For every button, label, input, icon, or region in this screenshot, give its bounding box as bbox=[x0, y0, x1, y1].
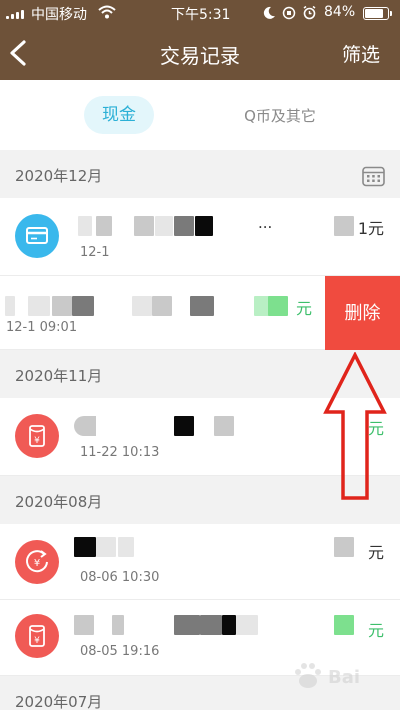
tab-cash[interactable]: 现金 bbox=[84, 96, 154, 134]
transaction-row[interactable]: ... 1元 12-1 bbox=[0, 198, 400, 276]
month-header: 2020年12月 bbox=[0, 150, 400, 198]
delete-button[interactable]: 删除 bbox=[325, 276, 400, 350]
transaction-title: ... bbox=[258, 214, 273, 232]
battery-percent: 84% bbox=[324, 4, 356, 20]
page-title: 交易记录 bbox=[160, 44, 240, 68]
wifi-icon bbox=[98, 5, 116, 19]
month-label: 2020年07月 bbox=[15, 693, 103, 710]
svg-text:¥: ¥ bbox=[34, 436, 40, 446]
status-bar: 中国移动 下午5:31 84% bbox=[0, 0, 400, 26]
baidu-watermark-logo: Bai bbox=[295, 663, 360, 688]
transaction-time: 08-05 19:16 bbox=[80, 644, 160, 659]
red-packet-icon: ¥ bbox=[15, 614, 59, 658]
status-time: 下午5:31 bbox=[171, 7, 231, 23]
filter-button[interactable]: 筛选 bbox=[342, 40, 380, 67]
tab-bar: 现金 Q币及其它 bbox=[0, 80, 400, 150]
battery-icon bbox=[363, 7, 392, 20]
navigation-bar: 交易记录 筛选 bbox=[0, 26, 400, 80]
transaction-time: 12-1 bbox=[80, 245, 110, 260]
svg-text:¥: ¥ bbox=[34, 636, 40, 646]
transaction-time: 11-22 10:13 bbox=[80, 445, 160, 460]
card-icon bbox=[15, 214, 59, 258]
refund-packet-icon: ¥ bbox=[15, 540, 59, 584]
tab-qcoin-other[interactable]: Q币及其它 bbox=[222, 105, 338, 126]
transaction-amount: 元 bbox=[367, 621, 384, 640]
annotation-arrow-icon bbox=[323, 352, 387, 500]
month-label: 2020年12月 bbox=[15, 167, 103, 185]
cellular-signal-icon bbox=[6, 8, 28, 19]
transaction-amount: 元 bbox=[367, 543, 384, 562]
transaction-time: 12-1 09:01 bbox=[6, 320, 78, 335]
orientation-lock-icon bbox=[282, 6, 296, 20]
calendar-icon[interactable] bbox=[362, 165, 385, 187]
month-label: 2020年08月 bbox=[15, 493, 103, 511]
moon-icon bbox=[263, 6, 275, 19]
transaction-amount: 元 bbox=[295, 299, 312, 318]
svg-text:Bai: Bai bbox=[328, 667, 360, 688]
transaction-time: 08-06 10:30 bbox=[80, 570, 160, 585]
alarm-icon bbox=[303, 5, 316, 20]
red-packet-icon: ¥ bbox=[15, 414, 59, 458]
month-label: 2020年11月 bbox=[15, 367, 103, 385]
carrier-name: 中国移动 bbox=[31, 7, 87, 23]
transaction-row[interactable]: ¥ 元 08-06 10:30 bbox=[0, 524, 400, 600]
transaction-amount: 1元 bbox=[357, 219, 384, 238]
svg-text:¥: ¥ bbox=[34, 558, 40, 569]
